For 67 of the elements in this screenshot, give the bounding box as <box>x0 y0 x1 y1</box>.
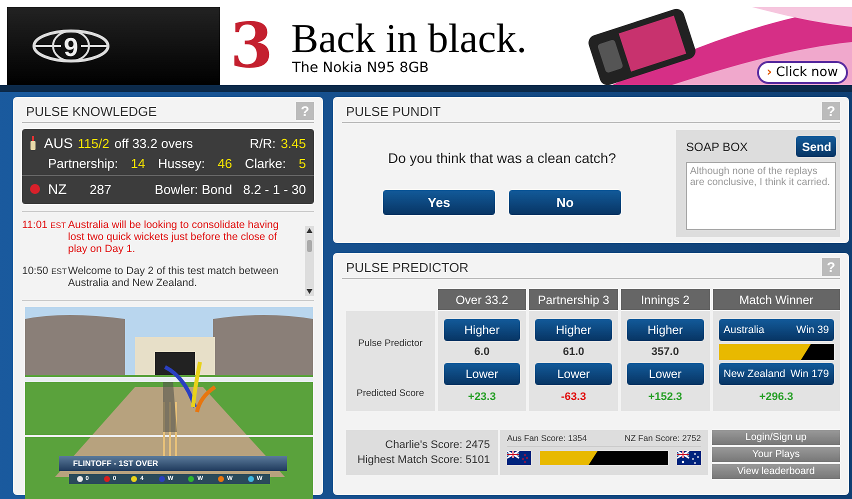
team-button[interactable]: New Zealand Win 179 <box>718 363 834 385</box>
stat-value: 5 <box>298 156 306 170</box>
predicted-score: +296.3 <box>759 391 794 403</box>
poll-question: Do you think that was a clean catch? <box>388 150 616 166</box>
column-header: Match Winner <box>712 289 840 310</box>
higher-button[interactable]: Higher <box>626 319 704 341</box>
row-label: Predicted Score <box>356 388 424 398</box>
account-button[interactable]: Your Plays <box>712 447 840 462</box>
score-line: Highest Match Score: 5101 <box>357 454 490 466</box>
account-button[interactable]: View leaderboard <box>712 464 840 479</box>
feed-text: Welcome to Day 2 of this test match between Australia and New Zealand. <box>68 265 280 289</box>
team-score: 287 <box>90 182 112 196</box>
lower-button[interactable]: Lower <box>444 363 520 385</box>
column-header: Innings 2 <box>620 289 710 310</box>
nz-flag-icon <box>507 451 531 465</box>
answer-button[interactable]: Yes <box>383 190 495 215</box>
soap-box-title: SOAP BOX <box>686 140 748 154</box>
over-caption: FLINTOFF - 1ST OVER <box>59 456 287 471</box>
ad-headline: Back in black. <box>291 16 527 60</box>
higher-button[interactable]: Higher <box>444 319 520 341</box>
lower-button[interactable]: Lower <box>535 363 612 385</box>
lower-button[interactable]: Lower <box>626 363 704 385</box>
answer-button[interactable]: No <box>509 190 621 215</box>
run-rate: 3.45 <box>280 136 306 150</box>
column-header: Partnership 3 <box>529 289 618 310</box>
column-header: Over 33.2 <box>438 289 526 310</box>
brand-mark: 3 <box>230 15 274 77</box>
team-name: AUS <box>44 135 73 151</box>
predicted-score: +152.3 <box>648 391 682 403</box>
predicted-score: +23.3 <box>468 391 496 403</box>
click-now-button[interactable]: › Click now <box>756 61 848 84</box>
row-label: Pulse Predictor <box>358 338 423 348</box>
predicted-score: -63.3 <box>561 391 586 403</box>
score-line: Charlie's Score: 2475 <box>385 439 490 451</box>
stat-label: Clarke: <box>244 156 286 170</box>
scrollbar[interactable] <box>305 226 314 296</box>
predicted-value: 6.0 <box>474 345 490 360</box>
comment-field[interactable]: Although none of the replays are conclusive, I think it carried. <box>686 162 836 230</box>
stat-label: Partnership: <box>48 156 118 170</box>
run-rate-label: R/R: <box>250 136 276 150</box>
predicted-value: 61.0 <box>562 345 584 360</box>
feed-time: 11:01 EST <box>22 219 67 233</box>
bat-icon <box>30 136 36 150</box>
au-flag-icon <box>677 451 701 465</box>
send-button[interactable]: Send <box>796 136 836 157</box>
overs-text: off 33.2 overs <box>114 136 193 150</box>
stat-label: Hussey: <box>158 156 205 170</box>
panel-title: PULSE PUNDIT <box>346 104 441 118</box>
stat-value: 46 <box>218 156 232 170</box>
fan-score: NZ Fan Score: 2752 <box>624 433 701 443</box>
ad-subline: The Nokia N95 8GB <box>292 60 430 76</box>
team-score: 115/2 <box>78 136 110 150</box>
account-button[interactable]: Login/Sign up <box>712 430 840 445</box>
team-name: NZ <box>48 181 67 197</box>
predicted-value: 357.0 <box>651 345 679 360</box>
feed-time: 10:50 EST <box>22 265 68 279</box>
ball-icon <box>30 184 40 194</box>
stat-value: 14 <box>130 156 146 170</box>
channel-logo[interactable]: 9 <box>31 29 111 63</box>
panel-title: PULSE KNOWLEDGE <box>26 104 157 118</box>
panel-title: PULSE PREDICTOR <box>346 260 469 274</box>
feed-text: Australia will be looking to consolidate having lost two quick wickets just before the close of play on Day 1. <box>68 219 280 255</box>
bowling-figures: 8.2 - 1 - 30 <box>243 182 306 196</box>
fan-score: Aus Fan Score: 1354 <box>507 433 587 443</box>
team-button[interactable]: Australia Win 39 <box>718 319 834 341</box>
bowler-name: Bowler: Bond <box>154 182 232 196</box>
higher-button[interactable]: Higher <box>535 319 612 341</box>
